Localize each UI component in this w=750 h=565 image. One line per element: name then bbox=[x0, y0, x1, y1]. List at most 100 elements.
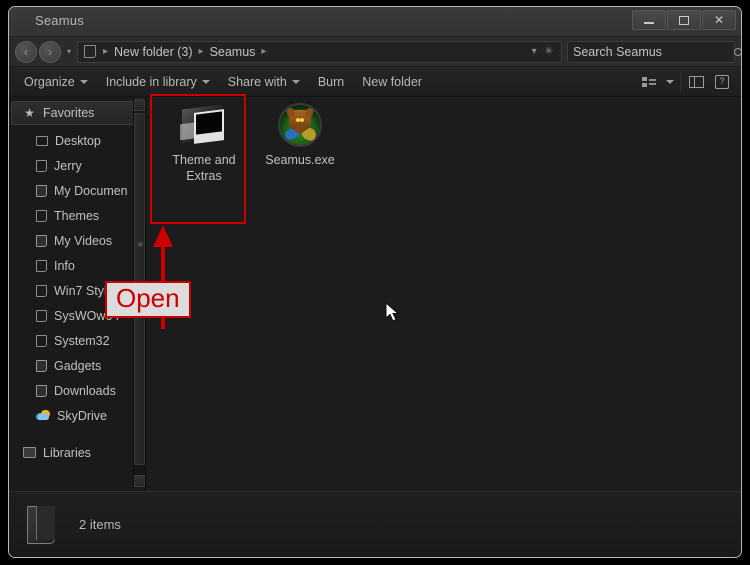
recent-locations-button[interactable]: ▾ bbox=[63, 47, 75, 56]
view-options-icon bbox=[642, 76, 656, 87]
forward-button[interactable]: › bbox=[39, 40, 61, 63]
search-box[interactable] bbox=[567, 40, 741, 63]
close-icon: ✕ bbox=[713, 13, 725, 27]
chevron-down-icon bbox=[291, 79, 300, 84]
sidebar-item-system32[interactable]: System32 bbox=[9, 328, 145, 353]
toolbar-item-share-with[interactable]: Share with bbox=[219, 71, 309, 93]
help-button[interactable]: ? bbox=[709, 71, 735, 93]
toolbar-label-include-in-library: Include in library bbox=[105, 74, 197, 89]
library-icon bbox=[23, 447, 36, 458]
sidebar-label-gadgets: Gadgets bbox=[54, 358, 102, 373]
skydrive-icon bbox=[35, 410, 50, 421]
status-bar: 2 items bbox=[9, 491, 741, 557]
sidebar-label-favorites: Favorites bbox=[43, 106, 95, 120]
back-icon: ‹ bbox=[24, 44, 28, 59]
sidebar-label-my-videos: My Videos bbox=[54, 233, 113, 248]
sidebar-label-desktop: Desktop bbox=[55, 133, 101, 148]
help-icon: ? bbox=[715, 74, 729, 89]
toolbar-label-organize: Organize bbox=[24, 74, 75, 89]
window-title: Seamus bbox=[35, 13, 84, 28]
title-bar: Seamus ✕ bbox=[9, 7, 741, 37]
sidebar-label-skydrive: SkyDrive bbox=[57, 408, 108, 423]
sidebar-item-downloads[interactable]: Downloads bbox=[9, 378, 145, 403]
forward-icon: › bbox=[48, 44, 52, 59]
toolbar-divider bbox=[680, 72, 681, 91]
maximize-button[interactable] bbox=[667, 10, 701, 30]
toolbar-item-burn[interactable]: Burn bbox=[309, 71, 353, 93]
sidebar-label-libraries: Libraries bbox=[43, 445, 91, 460]
scroll-up-button[interactable] bbox=[134, 99, 145, 111]
status-item-count: 2 items bbox=[79, 517, 121, 532]
sidebar-label-downloads: Downloads bbox=[54, 383, 116, 398]
seamus-exe-icon bbox=[278, 103, 322, 147]
folder-icon bbox=[36, 184, 47, 197]
search-input[interactable] bbox=[573, 44, 734, 59]
scroll-down-button[interactable] bbox=[134, 475, 145, 487]
sidebar-item-themes[interactable]: Themes bbox=[9, 203, 145, 228]
close-button[interactable]: ✕ bbox=[702, 10, 736, 30]
toolbar-label-new-folder: New folder bbox=[362, 74, 422, 89]
sidebar-item-info[interactable]: Info bbox=[9, 253, 145, 278]
desktop-icon bbox=[36, 135, 48, 146]
sidebar-label-themes: Themes bbox=[54, 208, 100, 223]
refresh-icon[interactable]: ✳ bbox=[541, 46, 557, 57]
theme-folder-icon bbox=[178, 103, 230, 147]
breadcrumb-item-0[interactable]: New folder (3) bbox=[112, 45, 195, 59]
sidebar-label-info: Info bbox=[54, 258, 75, 273]
chevron-down-icon bbox=[666, 79, 674, 84]
toolbar-item-organize[interactable]: Organize bbox=[15, 71, 97, 93]
view-options-button[interactable] bbox=[636, 71, 662, 93]
folder-icon bbox=[36, 209, 47, 222]
maximize-icon bbox=[679, 15, 689, 25]
file-item-theme-and-extras[interactable]: Theme and Extras bbox=[160, 103, 248, 184]
folder-icon bbox=[36, 384, 47, 397]
callout-label-open: Open bbox=[105, 281, 191, 318]
sidebar-item-favorites[interactable]: ★ Favorites bbox=[11, 101, 143, 125]
computer-icon bbox=[84, 45, 96, 58]
file-label-seamus-exe: Seamus.exe bbox=[265, 153, 335, 167]
sidebar-item-desktop[interactable]: Desktop bbox=[9, 128, 145, 153]
command-toolbar: Organize Include in library Share with B… bbox=[9, 67, 741, 97]
chevron-down-icon bbox=[201, 79, 210, 84]
breadcrumb-separator-2: ▸ bbox=[261, 46, 267, 57]
breadcrumb-item-1[interactable]: Seamus bbox=[208, 45, 258, 59]
breadcrumb[interactable]: ▸ New folder (3) ▸ Seamus ▸ ▾ ✳ bbox=[77, 40, 562, 63]
folder-icon bbox=[36, 159, 47, 172]
breadcrumb-separator-0: ▸ bbox=[103, 46, 109, 57]
minimize-button[interactable] bbox=[632, 10, 666, 30]
chevron-down-icon bbox=[79, 79, 88, 84]
star-icon: ★ bbox=[24, 105, 35, 120]
preview-pane-icon bbox=[688, 75, 704, 88]
explorer-window: Seamus ✕ ‹ › ▾ ▸ New folder (3) ▸ Seamus… bbox=[8, 6, 742, 558]
sidebar-label-jerry: Jerry bbox=[54, 158, 82, 173]
sidebar-item-jerry[interactable]: Jerry bbox=[9, 153, 145, 178]
toolbar-item-new-folder[interactable]: New folder bbox=[353, 71, 431, 93]
explorer-body: ★ Favorites Desktop Jerry My Documen The… bbox=[9, 94, 741, 491]
file-list-pane[interactable]: Theme and Extras Seamus.exe Open bbox=[105, 94, 741, 491]
folder-icon bbox=[36, 309, 47, 322]
toolbar-item-include-in-library[interactable]: Include in library bbox=[97, 71, 219, 93]
mouse-cursor bbox=[385, 302, 400, 322]
view-options-dropdown[interactable] bbox=[662, 71, 678, 93]
folder-icon bbox=[36, 334, 47, 347]
folder-icon bbox=[36, 284, 47, 297]
file-label-theme-and-extras: Theme and Extras bbox=[172, 153, 236, 183]
folder-icon bbox=[36, 359, 47, 372]
sidebar-item-skydrive[interactable]: SkyDrive bbox=[9, 403, 145, 428]
breadcrumb-separator-1: ▸ bbox=[198, 46, 204, 57]
file-item-seamus-exe[interactable]: Seamus.exe bbox=[256, 103, 344, 168]
window-controls: ✕ bbox=[632, 10, 736, 30]
folder-icon bbox=[36, 259, 47, 272]
sidebar-item-my-documents[interactable]: My Documen bbox=[9, 178, 145, 203]
preview-pane-button[interactable] bbox=[683, 71, 709, 93]
sidebar-item-my-videos[interactable]: My Videos bbox=[9, 228, 145, 253]
search-icon bbox=[734, 47, 741, 56]
sidebar-label-system32: System32 bbox=[54, 333, 110, 348]
scrollbar-grip-icon bbox=[138, 242, 143, 247]
status-folder-icon bbox=[27, 505, 55, 544]
back-button[interactable]: ‹ bbox=[15, 40, 37, 63]
sidebar-item-gadgets[interactable]: Gadgets bbox=[9, 353, 145, 378]
sidebar-label-my-documents: My Documen bbox=[54, 183, 128, 198]
sidebar-item-libraries[interactable]: Libraries bbox=[9, 440, 145, 465]
address-dropdown-icon[interactable]: ▾ bbox=[528, 46, 541, 57]
